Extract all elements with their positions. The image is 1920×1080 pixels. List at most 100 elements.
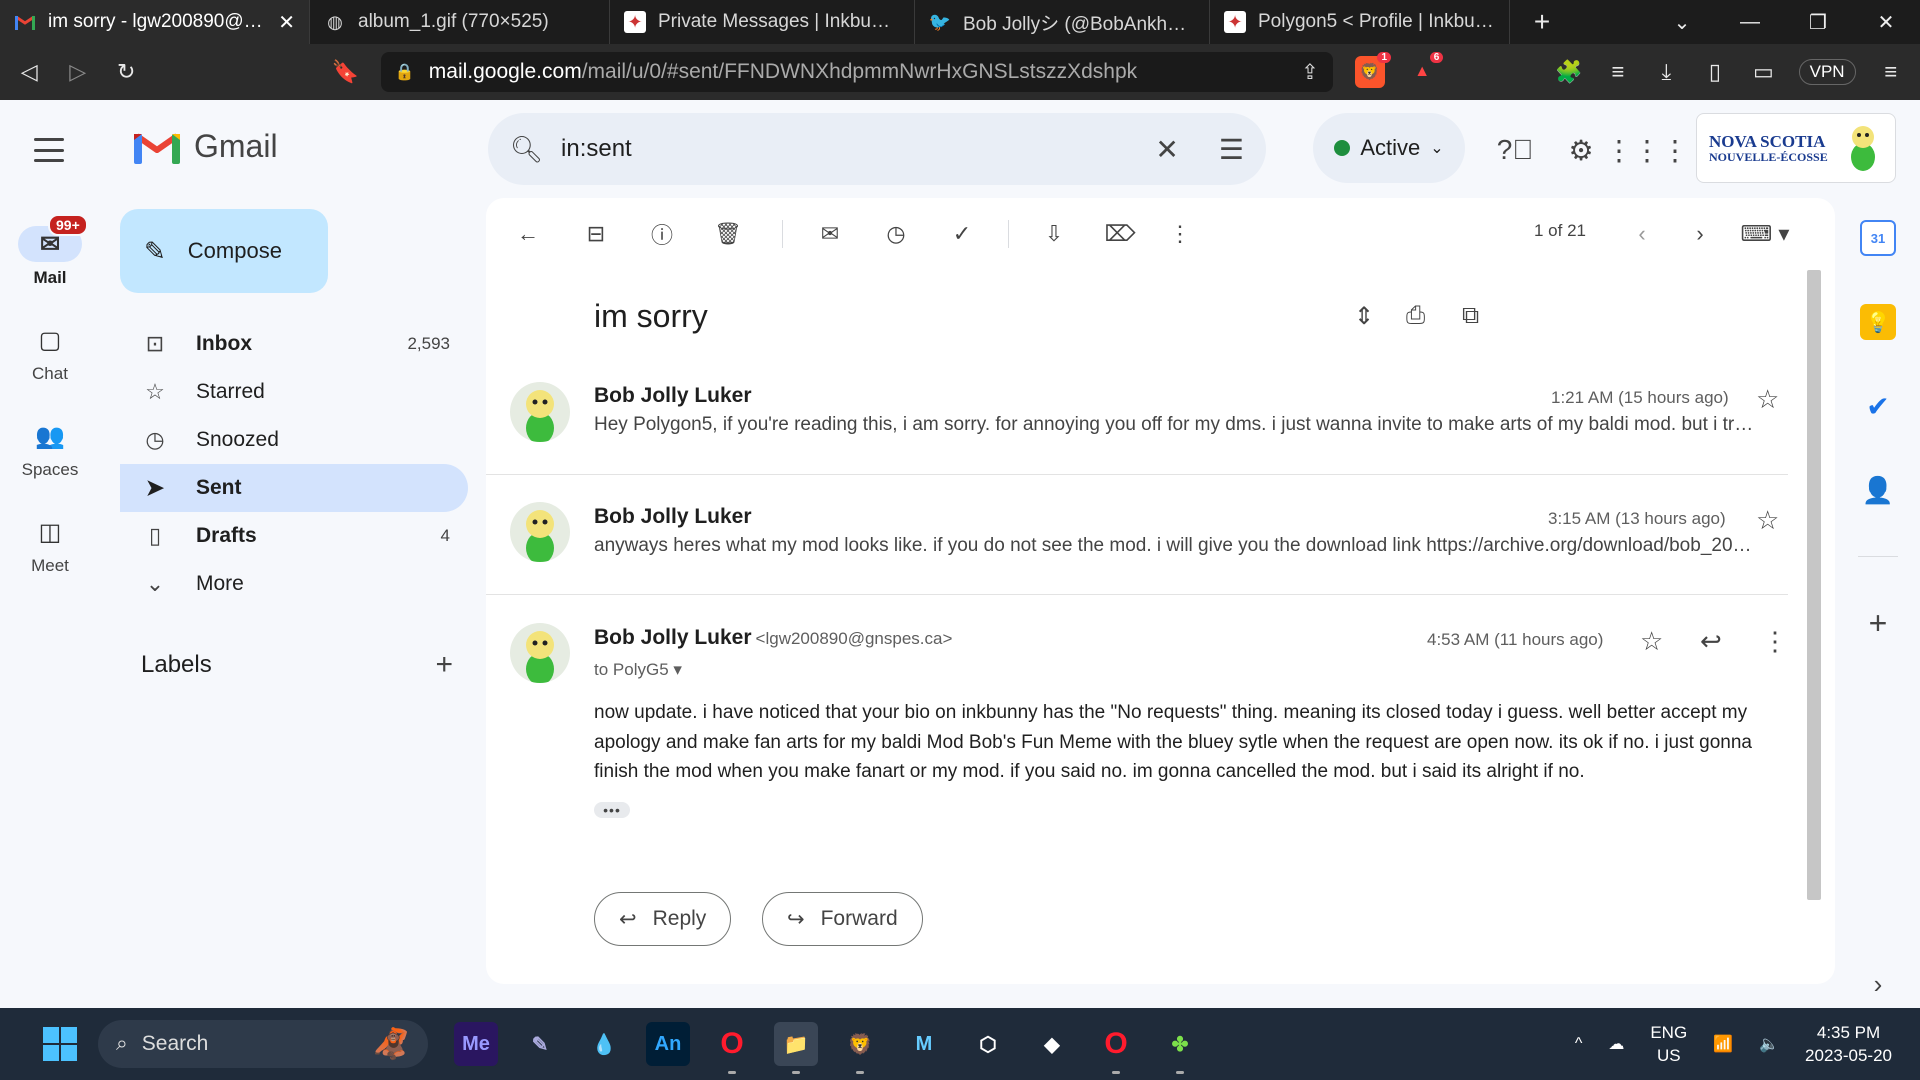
rail-spaces[interactable]: 👥 Spaces <box>0 418 100 480</box>
media-encoder-icon[interactable]: Me <box>454 1022 498 1066</box>
reply-button[interactable]: ↩ Reply <box>594 892 732 946</box>
share-icon[interactable]: ⇪ <box>1301 60 1319 85</box>
search-input[interactable]: in:sent <box>561 135 1115 163</box>
delete-trash-icon[interactable]: 🗑︎ <box>714 220 742 248</box>
nav-drafts[interactable]: ▯ Drafts 4 <box>120 512 468 560</box>
star-icon[interactable]: ☆ <box>1756 384 1779 415</box>
rail-chat[interactable]: ▢ Chat <box>0 322 100 384</box>
forward-button[interactable]: ↪ Forward <box>762 892 923 946</box>
get-addons-plus-icon[interactable]: + <box>1860 605 1896 641</box>
label-tag-icon[interactable]: ⌦ <box>1104 220 1135 248</box>
nav-starred[interactable]: ☆ Starred <box>120 368 468 416</box>
opera-icon[interactable]: O <box>710 1022 754 1074</box>
restore-icon[interactable]: ❐ <box>1784 0 1852 44</box>
game-controller-icon[interactable]: ✤ <box>1158 1022 1202 1074</box>
add-task-icon[interactable]: ✓ <box>948 220 976 248</box>
animate-icon[interactable]: An <box>646 1022 690 1066</box>
minimize-icon[interactable]: — <box>1716 0 1784 44</box>
onedrive-cloud-icon[interactable]: ☁ <box>1608 1034 1624 1054</box>
search-icon[interactable]: 🔍︎ <box>510 134 543 165</box>
sender-avatar[interactable] <box>510 623 570 683</box>
reply-arrow-icon[interactable]: ↩ <box>1700 626 1722 657</box>
system-clock[interactable]: 4:35 PM 2023-05-20 <box>1805 1021 1892 1067</box>
clear-search-icon[interactable]: ✕ <box>1155 133 1178 166</box>
mark-unread-icon[interactable]: ✉ <box>816 220 844 248</box>
search-options-icon[interactable]: ☰ <box>1219 133 1244 166</box>
video-editor-icon[interactable]: M <box>902 1022 946 1066</box>
windows-start-icon[interactable] <box>38 1022 82 1066</box>
nav-more[interactable]: ⌄ More <box>120 560 468 608</box>
tab-album-gif[interactable]: ◍ album_1.gif (770×525) <box>310 0 610 44</box>
tab-inkbunny-messages[interactable]: ✦ Private Messages | Inkbunny, the Furry… <box>610 0 915 44</box>
apps-grid-icon[interactable]: ⋮⋮⋮ <box>1605 132 1689 168</box>
paint-app-icon[interactable]: ✎ <box>518 1022 562 1066</box>
keyboard-icon[interactable]: ⌨ ▾ <box>1740 220 1790 248</box>
tab-inkbunny-profile[interactable]: ✦ Polygon5 < Profile | Inkbunny, the Fur… <box>1210 0 1510 44</box>
tasks-icon[interactable]: ✔ <box>1860 388 1896 424</box>
nav-snoozed[interactable]: ◷ Snoozed <box>120 416 468 464</box>
address-bar[interactable]: 🔒 mail.google.com/mail/u/0/#sent/FFNDWNX… <box>380 52 1333 92</box>
brave-rewards-icon[interactable]: ▲ 6 <box>1407 52 1444 88</box>
print-icon[interactable]: ⎙ <box>1406 302 1425 330</box>
show-hidden-icons-chevron-icon[interactable]: ^ <box>1575 1035 1583 1053</box>
account-avatar[interactable] <box>1843 123 1883 173</box>
move-to-icon[interactable]: ⇩ <box>1040 220 1068 248</box>
search-bar[interactable]: 🔍︎ in:sent ✕ ☰ <box>488 113 1266 185</box>
wifi-icon[interactable]: 📶 <box>1713 1034 1733 1054</box>
sender-avatar[interactable] <box>510 502 570 562</box>
unity-icon[interactable]: ⬡ <box>966 1022 1010 1066</box>
rail-meet[interactable]: ◫ Meet <box>0 514 100 576</box>
nav-inbox[interactable]: ⊡ Inbox 2,593 <box>120 320 468 368</box>
report-spam-icon[interactable]: ⓘ <box>648 220 676 248</box>
file-explorer-icon[interactable]: 📁 <box>774 1022 818 1074</box>
snooze-clock-icon[interactable]: ◷ <box>882 220 910 248</box>
contacts-icon[interactable]: 👤 <box>1860 472 1896 508</box>
calendar-icon[interactable]: 31 <box>1860 220 1896 256</box>
open-new-window-icon[interactable]: ⧉ <box>1462 302 1479 330</box>
organization-logo[interactable]: NOVA SCOTIA NOUVELLE-ÉCOSSE <box>1696 113 1896 183</box>
close-tab-icon[interactable]: ✕ <box>278 10 295 35</box>
settings-gear-icon[interactable]: ⚙ <box>1563 132 1599 168</box>
show-side-panel-chevron-icon[interactable]: › <box>1860 966 1896 1002</box>
back-arrow-icon[interactable]: ← <box>514 220 542 248</box>
new-tab-plus-icon[interactable]: + <box>1528 6 1556 37</box>
more-vertical-icon[interactable]: ⋮ <box>1166 220 1194 248</box>
older-chevron-right-icon[interactable]: › <box>1686 220 1714 248</box>
recipient-line[interactable]: to PolyG5 ▾ <box>594 660 682 680</box>
sender-avatar[interactable] <box>510 382 570 442</box>
back-icon[interactable]: ◁ <box>16 58 42 86</box>
extensions-puzzle-icon[interactable]: 🧩 <box>1555 58 1582 86</box>
downloads-icon[interactable]: ⤓ <box>1653 58 1679 86</box>
roblox-icon[interactable]: ◆ <box>1030 1022 1074 1066</box>
close-window-icon[interactable]: ✕ <box>1852 0 1920 44</box>
show-trimmed-content-button[interactable]: ••• <box>594 802 630 818</box>
status-selector[interactable]: Active ⌄ <box>1313 113 1465 183</box>
expand-all-icon[interactable]: ⇕ <box>1354 302 1374 331</box>
sidebar-icon[interactable]: ▯ <box>1702 58 1728 86</box>
main-menu-icon[interactable] <box>34 138 64 162</box>
help-icon[interactable]: ?⃝ <box>1497 132 1534 168</box>
volume-icon[interactable]: 🔈 <box>1759 1034 1779 1054</box>
opera-gx-icon[interactable]: O <box>1094 1022 1138 1074</box>
nav-sent[interactable]: ➤ Sent <box>120 464 468 512</box>
star-icon[interactable]: ☆ <box>1640 626 1663 657</box>
browser-menu-icon[interactable]: ≡ <box>1878 58 1904 86</box>
input-language[interactable]: ENG US <box>1650 1021 1687 1067</box>
more-vertical-icon[interactable]: ⋮ <box>1762 626 1788 657</box>
taskbar-search[interactable]: ⌕ Search 🦧 <box>98 1020 428 1068</box>
bookmark-icon[interactable]: 🔖 <box>331 58 358 86</box>
reload-icon[interactable]: ↻ <box>113 58 139 86</box>
keep-icon[interactable]: 💡 <box>1860 304 1896 340</box>
rail-mail[interactable]: ✉ 99+ Mail <box>0 214 100 288</box>
archive-icon[interactable]: ⊟ <box>582 220 610 248</box>
brave-shields-icon[interactable]: 🦁 1 <box>1354 52 1391 88</box>
star-icon[interactable]: ☆ <box>1756 505 1779 536</box>
forward-icon[interactable]: ▷ <box>64 58 90 86</box>
gmail-logo[interactable]: Gmail <box>134 128 278 165</box>
add-label-icon[interactable]: + <box>435 648 453 682</box>
krita-drop-icon[interactable]: 💧 <box>582 1022 626 1066</box>
scrollbar[interactable] <box>1807 270 1821 900</box>
newer-chevron-left-icon[interactable]: ‹ <box>1628 220 1656 248</box>
vpn-button[interactable]: VPN <box>1798 59 1856 85</box>
tab-twitter[interactable]: 🐦 Bob Jollyシ (@BobAnkhaJolly) / Twitter <box>915 0 1210 44</box>
